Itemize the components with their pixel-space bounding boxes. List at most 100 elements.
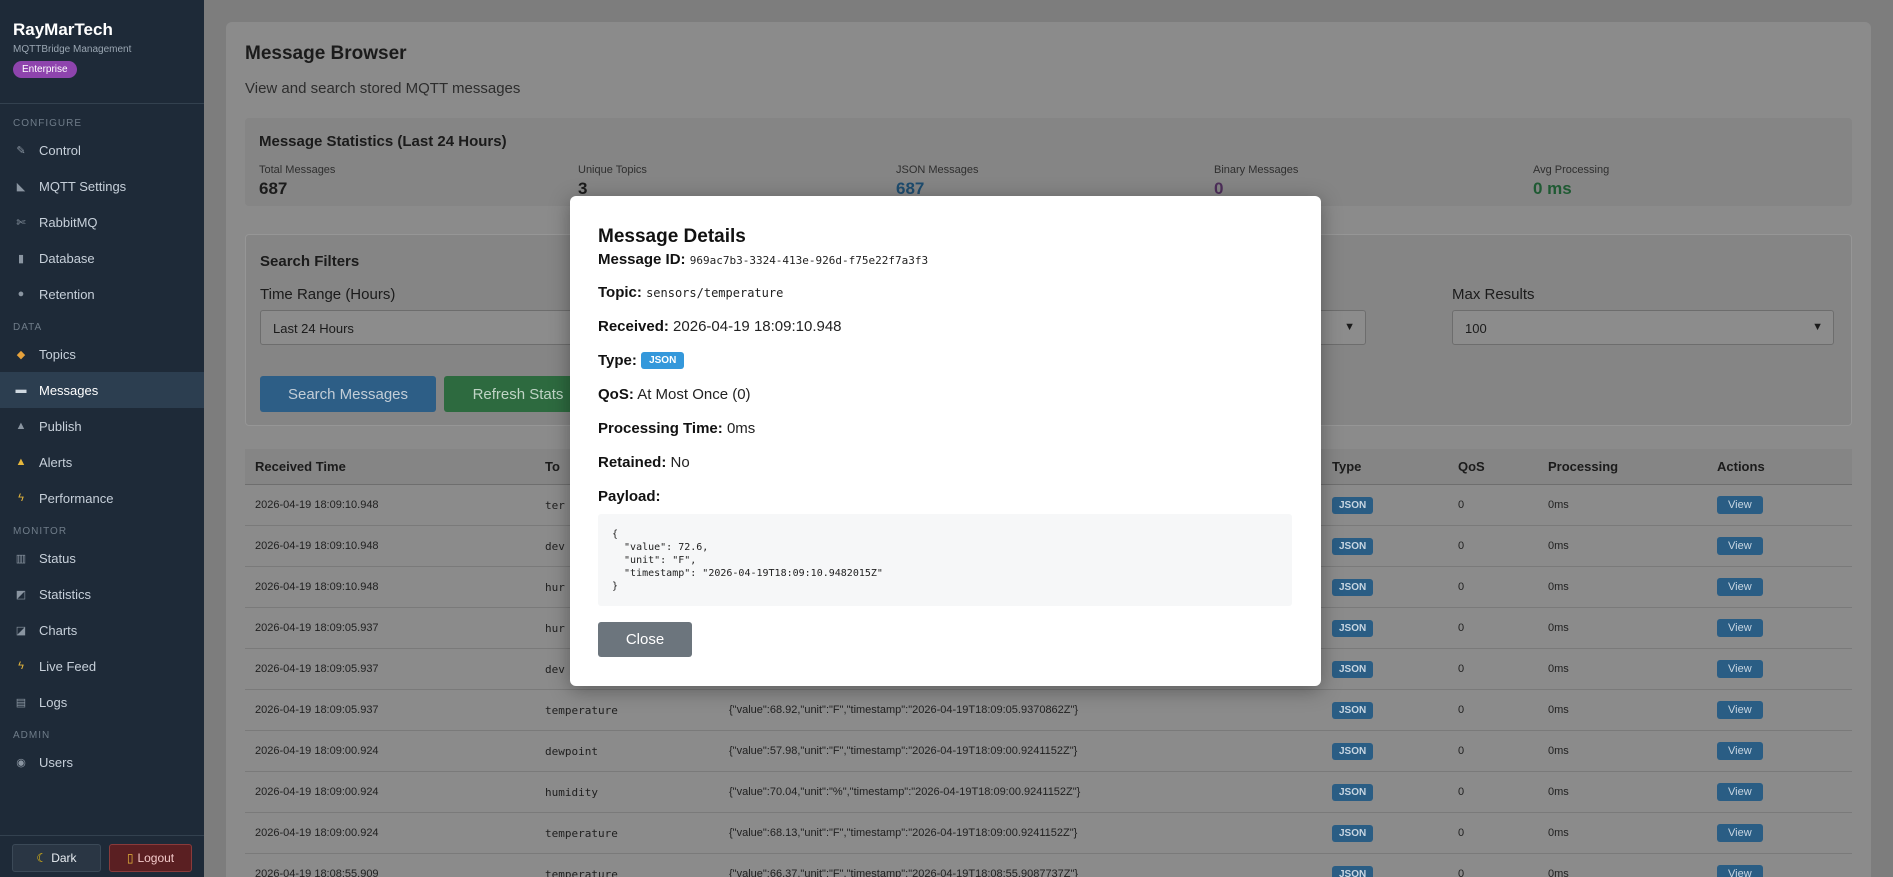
cell-time: 2026-04-19 18:09:00.924 [255,786,379,798]
sidebar-item-users[interactable]: ◉ Users [0,744,204,780]
view-button[interactable]: View [1717,496,1763,514]
view-button[interactable]: View [1717,578,1763,596]
stat-binary: Binary Messages 0 [1214,164,1298,199]
stat-label: Unique Topics [578,164,647,176]
col-processing: Processing [1548,459,1619,474]
chart-icon: ◪ [15,624,27,637]
processing-time-value: 0ms [726,420,756,437]
sidebar-item-label: Users [39,754,73,770]
section-monitor: MONITOR [13,526,68,537]
bar-chart-icon: ▥ [15,552,27,565]
cell-actions: View [1717,865,1847,877]
logout-button[interactable]: ▯ Logout [108,844,192,872]
cell-processing: 0ms [1548,745,1569,757]
sidebar-item-database[interactable]: ▮ Database [0,240,204,276]
cell-actions: View [1717,619,1847,637]
view-button[interactable]: View [1717,742,1763,760]
dark-mode-button[interactable]: ☾ Dark [12,844,101,872]
sidebar-item-control[interactable]: ✎ Control [0,132,204,168]
type-badge: JSON [641,352,685,369]
view-button[interactable]: View [1717,619,1763,637]
chevron-down-icon: ▼ [1812,321,1823,333]
section-admin: ADMIN [13,730,51,741]
stat-avg-processing: Avg Processing 0 ms [1533,164,1609,199]
cell-time: 2026-04-19 18:08:55.909 [255,868,379,877]
sidebar-item-charts[interactable]: ◪ Charts [0,612,204,648]
sidebar-item-label: Database [39,250,95,266]
modal-message-id: Message ID: 969ac7b3-3324-413e-926d-f75e… [598,251,928,268]
cell-type: JSON [1332,701,1458,719]
view-button[interactable]: View [1717,660,1763,678]
cell-payload: {"value":57.98,"unit":"F","timestamp":"2… [729,745,1078,757]
database-icon: ▮ [17,252,25,265]
cell-time: 2026-04-19 18:09:00.924 [255,827,379,839]
view-button[interactable]: View [1717,824,1763,842]
table-row: 2026-04-19 18:09:00.924 dewpoint {"value":… [245,731,1852,772]
lightning-icon: ϟ [18,660,24,672]
section-data: DATA [13,322,43,333]
sidebar-item-publish[interactable]: ▲ Publish [0,408,204,444]
cell-type: JSON [1332,824,1458,842]
cell-actions: View [1717,701,1847,719]
search-messages-button[interactable]: Search Messages [260,376,436,412]
wrench-icon: ✎ [16,144,26,157]
message-id-label: Message ID: [598,251,686,268]
modal-processing-time: Processing Time: 0ms [598,420,755,437]
time-range-select[interactable]: Last 24 Hours [260,310,580,345]
view-button[interactable]: View [1717,537,1763,555]
cell-type: JSON [1332,578,1458,596]
view-button[interactable]: View [1717,783,1763,801]
sidebar-item-alerts[interactable]: ▲ Alerts [0,444,204,480]
cell-qos: 0 [1458,581,1465,593]
cell-qos: 0 [1458,499,1465,511]
max-results-label: Max Results [1452,286,1535,303]
modal-retained: Retained: No [598,454,690,471]
sidebar-item-statistics[interactable]: ◩ Statistics [0,576,204,612]
payload-content: { "value": 72.6, "unit": "F", "timestamp… [598,514,1292,606]
tag-icon: ◆ [16,348,26,361]
sidebar-item-rabbitmq[interactable]: ✄ RabbitMQ [0,204,204,240]
stat-value: 687 [259,179,288,198]
cell-time: 2026-04-19 18:09:00.924 [255,745,379,757]
sidebar-item-retention[interactable]: ● Retention [0,276,204,312]
cell-qos: 0 [1458,704,1465,716]
cell-qos: 0 [1458,622,1465,634]
cell-time: 2026-04-19 18:09:05.937 [255,622,379,634]
stat-json: JSON Messages 687 [896,164,979,199]
cell-qos: 0 [1458,540,1465,552]
sidebar-item-topics[interactable]: ◆ Topics [0,336,204,372]
cell-type: JSON [1332,742,1458,760]
sidebar-item-status[interactable]: ▥ Status [0,540,204,576]
cell-type: JSON [1332,660,1458,678]
view-button[interactable]: View [1717,865,1763,877]
stat-label: Binary Messages [1214,164,1299,176]
cell-topic: temperature [545,867,618,877]
door-icon: ▯ [126,851,134,865]
sidebar-item-label: Status [39,550,76,566]
cell-actions: View [1717,824,1847,842]
json-badge: JSON [1332,742,1374,760]
sidebar-item-logs[interactable]: ▤ Logs [0,684,204,720]
cell-topic: temperature [545,826,618,840]
cell-processing: 0ms [1548,540,1569,552]
cell-qos: 0 [1458,745,1465,757]
message-id-value: 969ac7b3-3324-413e-926d-f75e22f7a3f3 [689,254,929,267]
sidebar-item-label: Messages [39,382,99,398]
modal-topic: Topic: sensors/temperature [598,284,783,301]
table-row: 2026-04-19 18:09:05.937 temperature {"valu… [245,690,1852,731]
close-button[interactable]: Close [598,622,692,657]
log-icon: ▤ [15,696,27,709]
sidebar-item-performance[interactable]: ϟ Performance [0,480,204,516]
sidebar-item-label: Control [39,142,81,158]
sidebar-item-mqtt-settings[interactable]: ◣ MQTT Settings [0,168,204,204]
sidebar-item-live-feed[interactable]: ϟ Live Feed [0,648,204,684]
cell-qos: 0 [1458,827,1465,839]
sidebar-item-label: Retention [39,286,95,302]
col-received-time: Received Time [255,459,346,474]
max-results-select[interactable]: 100 ▼ [1452,310,1834,345]
sidebar-item-messages[interactable]: ▬ Messages [0,372,204,408]
bolt-icon: ϟ [18,492,24,504]
col-type: Type [1332,459,1362,474]
view-button[interactable]: View [1717,701,1763,719]
type-label: Type: [598,352,637,369]
